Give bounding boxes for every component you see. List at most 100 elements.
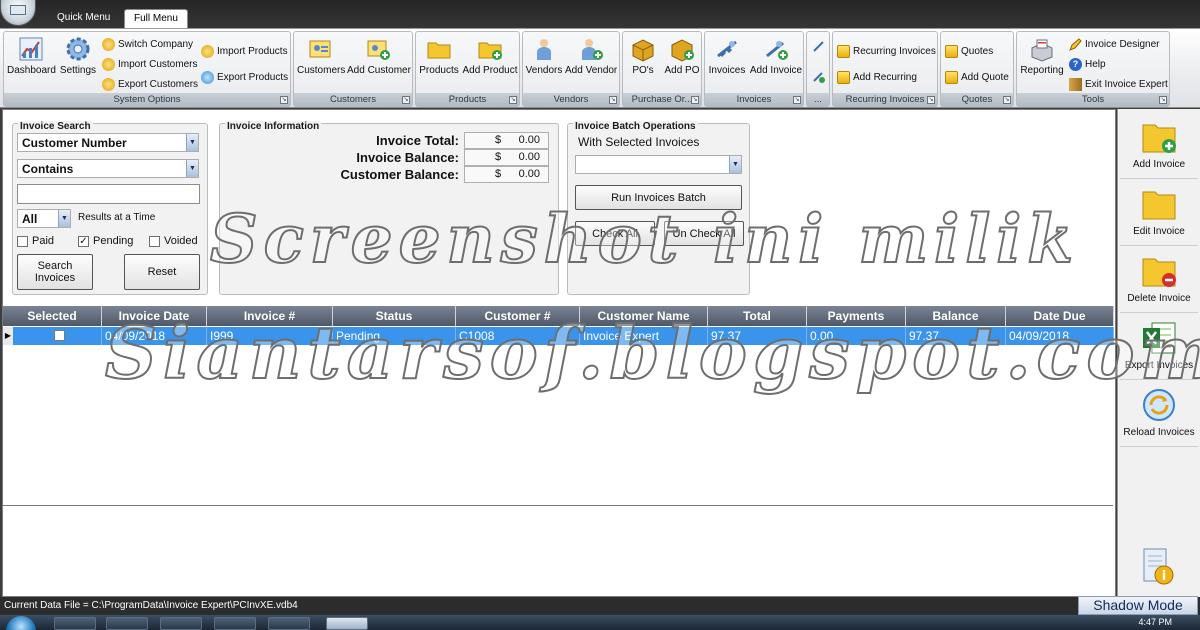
vendors-button[interactable]: Vendors [525,36,563,76]
invoices-button[interactable]: Invoices [707,36,747,76]
group-invoices: Invoices Add Invoice Invoices ↘ [704,31,804,107]
row-select-checkbox[interactable] [54,330,65,341]
add-invoice-ribbon-button[interactable]: Add Invoice [749,36,803,76]
taskbar-ie-icon[interactable] [160,617,202,630]
dashboard-label: Dashboard [7,65,56,76]
dashboard-icon [19,37,43,61]
add-folder-icon [1142,124,1176,153]
group-launcher-icon[interactable]: ↘ [793,96,801,104]
export-products-button[interactable]: Export Products [201,71,288,84]
column-header-selected[interactable]: Selected [3,306,102,326]
group-launcher-icon[interactable]: ↘ [609,96,617,104]
batch-operation-select[interactable]: ▼ [575,155,742,174]
import-products-label: Import Products [217,46,288,57]
taskbar-window-icon[interactable] [268,617,310,630]
taskbar-explorer-icon[interactable] [54,617,96,630]
dashboard-button[interactable]: Dashboard [7,36,56,76]
quotes-button[interactable]: Quotes [945,45,993,58]
search-input[interactable] [17,184,200,204]
invoice-total-value: $0.00 [464,132,549,149]
group-title: Products [416,93,519,106]
results-count-select[interactable]: All ▼ [17,209,71,228]
export-customers-button[interactable]: Export Customers [102,78,198,91]
search-operator-select[interactable]: Contains ▼ [17,159,199,178]
row-indicator-icon: ▶ [3,327,13,345]
taskbar-app-icon[interactable] [106,617,148,630]
import-products-button[interactable]: Import Products [201,45,288,58]
tab-quick-menu[interactable]: Quick Menu [48,9,119,28]
chevron-down-icon: ▼ [186,160,198,177]
group-launcher-icon[interactable]: ↘ [927,96,935,104]
group-system-options: Dashboard Settings Switch Company Import… [3,31,291,107]
edit-invoice-button[interactable]: Edit Invoice [1120,182,1198,246]
chevron-down-icon: ▼ [186,134,198,151]
search-field-select[interactable]: Customer Number ▼ [17,133,199,152]
group-launcher-icon[interactable]: ↘ [509,96,517,104]
add-quote-label: Add Quote [961,72,1009,83]
pending-checkbox[interactable]: ✓ Pending [78,235,133,247]
add-tool-icon [813,72,825,83]
invoice-designer-button[interactable]: Invoice Designer [1069,38,1159,51]
products-button[interactable]: Products [418,36,460,76]
collapsed-tool-1-button[interactable] [812,40,825,53]
group-launcher-icon[interactable]: ↘ [1003,96,1011,104]
folder-icon [427,42,451,59]
taskbar-chrome-icon[interactable] [214,617,256,630]
currency-symbol: $ [495,134,502,146]
delete-invoice-button[interactable]: Delete Invoice [1120,249,1198,313]
app-icon [10,5,26,15]
exit-label: Exit Invoice Expert [1085,79,1168,90]
add-invoice-label: Add Invoice [1132,159,1186,170]
add-product-label: Add Product [462,65,518,76]
group-launcher-icon[interactable]: ↘ [691,96,699,104]
import-customers-button[interactable]: Import Customers [102,58,197,71]
invoice-total-label: Invoice Total: [376,133,459,148]
row-selected-cell[interactable]: ▶ [3,327,102,345]
collapsed-tool-2-button[interactable] [812,70,825,83]
info-document-icon[interactable]: i [1140,547,1176,587]
add-product-button[interactable]: Add Product [462,36,518,76]
search-invoices-button[interactable]: Search Invoices [17,254,93,290]
paid-checkbox[interactable]: Paid [17,235,54,247]
tab-full-menu[interactable]: Full Menu [124,9,188,28]
recurring-invoices-button[interactable]: Recurring Invoices [837,45,936,58]
pos-button[interactable]: PO's [626,36,660,76]
voided-checkbox[interactable]: Voided [149,235,198,247]
invoice-designer-label: Invoice Designer [1085,39,1160,50]
reporting-button[interactable]: Reporting [1019,36,1065,76]
invoice-total-amount: 0.00 [518,134,540,146]
windows-taskbar: 4:47 PM [0,615,1200,630]
reset-button[interactable]: Reset [124,254,200,290]
taskbar-invoice-expert-icon[interactable] [326,617,368,630]
reporting-icon [1031,39,1053,62]
invoices-icon [717,40,737,58]
switch-company-button[interactable]: Switch Company [102,38,193,51]
folder-icon [1142,191,1176,220]
add-quote-button[interactable]: Add Quote [945,71,1009,84]
title-bar: Quick Menu Full Menu [0,0,1200,28]
application-button[interactable] [0,0,36,26]
exit-button[interactable]: Exit Invoice Expert [1069,78,1168,91]
invoices-label: Invoices [708,65,746,76]
settings-button[interactable]: Settings [58,36,98,76]
add-po-button[interactable]: Add PO [663,36,701,76]
start-button-icon[interactable] [6,616,36,630]
add-invoice-button[interactable]: Add Invoice [1120,115,1198,179]
add-vendor-button[interactable]: Add Vendor [565,36,617,76]
group-title: Invoices [705,93,803,106]
tools-icon [813,41,824,52]
add-recurring-button[interactable]: Add Recurring [837,71,917,84]
help-button[interactable]: ? Help [1069,58,1106,71]
group-launcher-icon[interactable]: ↘ [280,96,288,104]
export-customers-label: Export Customers [118,79,199,90]
group-title: Purchase Or... [623,93,701,106]
add-customer-button[interactable]: Add Customer [347,36,411,76]
shadow-mode-button[interactable]: Shadow Mode [1078,596,1198,615]
customers-button[interactable]: Customers [297,36,345,76]
group-launcher-icon[interactable]: ↘ [402,96,410,104]
current-data-file-text: Current Data File = C:\ProgramData\Invoi… [4,600,298,611]
products-label: Products [419,65,459,76]
group-launcher-icon[interactable]: ↘ [1159,96,1167,104]
group-purchase-orders: PO's Add PO Purchase Or... ↘ [622,31,702,107]
exit-door-icon [1069,78,1082,91]
